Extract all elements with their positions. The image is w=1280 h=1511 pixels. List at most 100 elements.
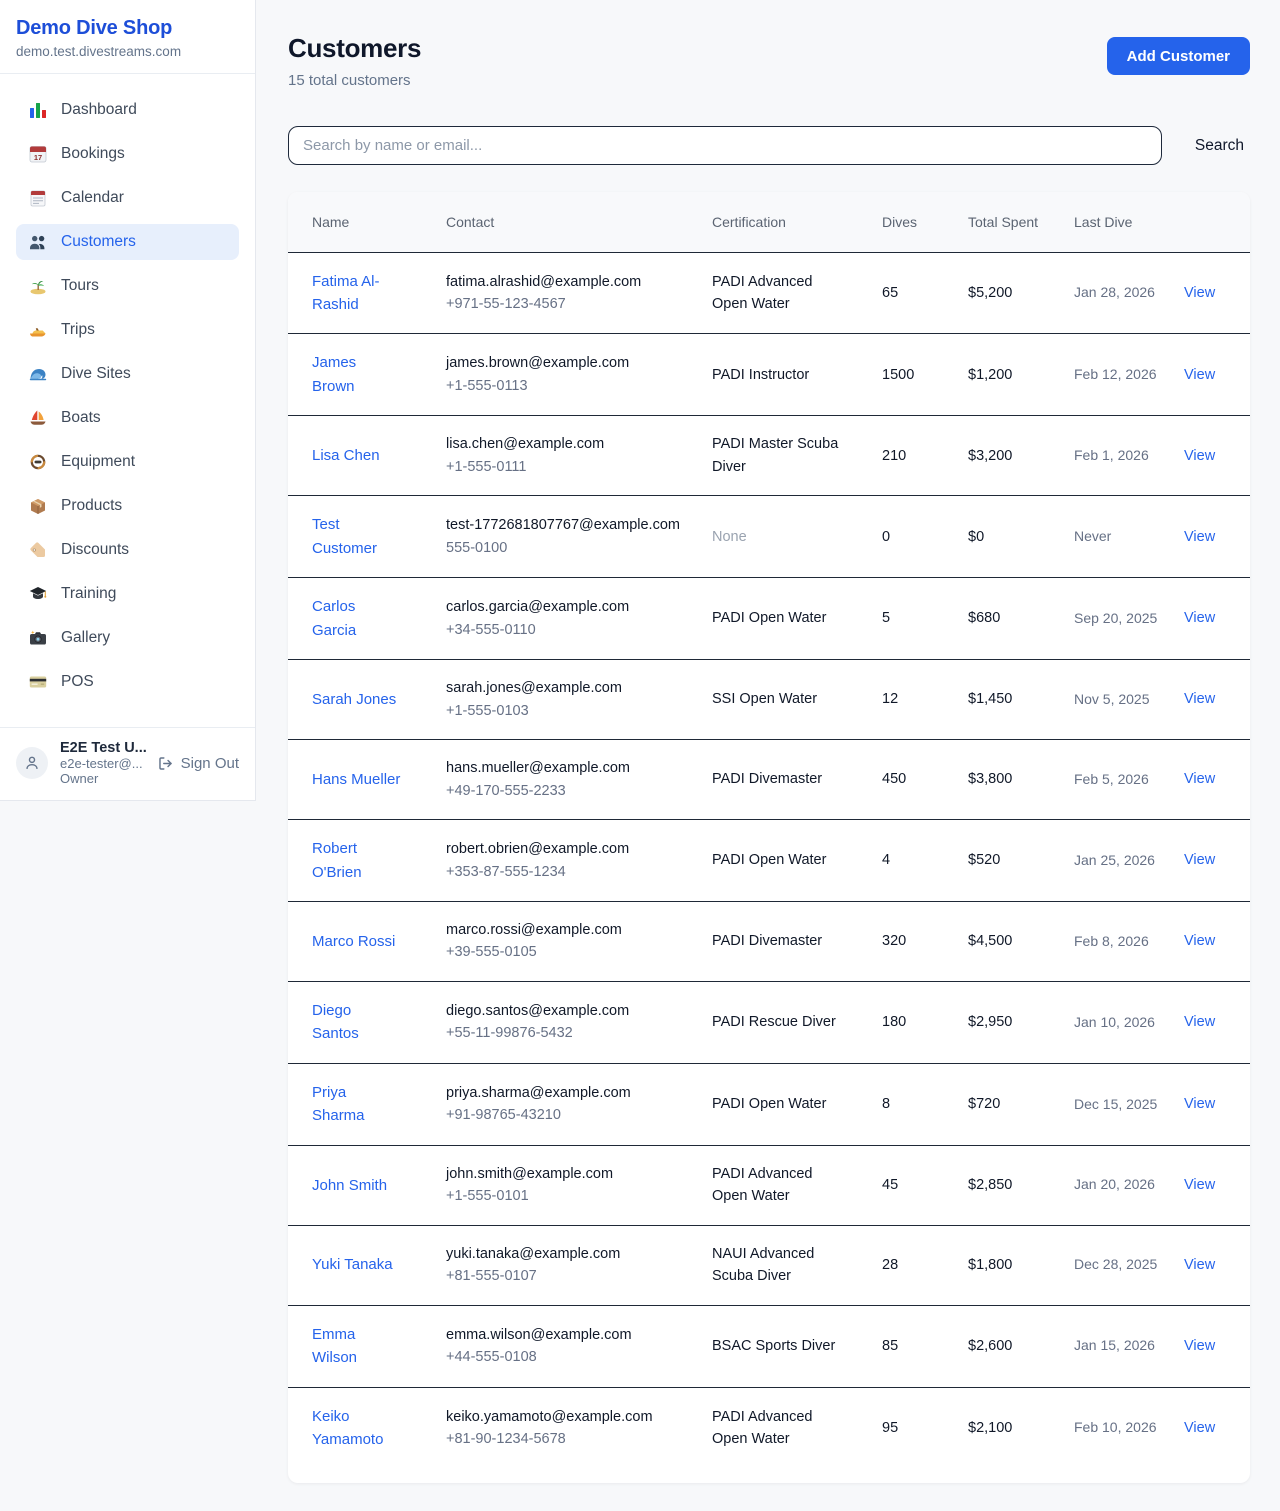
col-header-total-spent: Total Spent [956,192,1062,252]
sidebar-item-label: Calendar [61,189,124,207]
customer-phone: +353-87-555-1234 [446,861,688,883]
customer-name-link[interactable]: James Brown [312,354,356,394]
customer-name-link[interactable]: Diego Santos [312,1002,359,1042]
cell-dives: 450 [870,740,956,820]
table-row: Diego Santosdiego.santos@example.com+55-… [288,981,1250,1063]
table-row: Carlos Garcia carlos.garcia@example.com+3… [288,578,1250,660]
cell-contact: james.brown@example.com+1-555-0113 [434,334,700,416]
sidebar-item-dive-sites[interactable]: Dive Sites [16,356,239,392]
customer-phone: +1-555-0111 [446,456,688,478]
customer-phone: +1-555-0113 [446,375,688,397]
page-title: Customers [288,33,421,64]
view-customer-link[interactable]: View [1184,285,1215,301]
cell-last-dive: Dec 28, 2025 [1062,1225,1172,1305]
cell-total-spent: $520 [956,820,1062,902]
package-icon [28,496,48,516]
cell-last-dive: Jan 20, 2026 [1062,1145,1172,1225]
col-header-contact: Contact [434,192,700,252]
cell-name: Marco Rossi [288,902,434,982]
cell-contact: keiko.yamamoto@example.com+81-90-1234-56… [434,1387,700,1468]
customer-name-link[interactable]: Lisa Chen [312,447,380,464]
customer-name-link[interactable]: Emma Wilson [312,1326,357,1366]
customer-name-link[interactable]: Priya Sharma [312,1084,365,1124]
cell-contact: test-1772681807767@example.com555-0100 [434,496,700,578]
view-customer-link[interactable]: View [1184,1338,1215,1354]
sidebar-item-pos[interactable]: POS [16,664,239,700]
table-row: Sarah Jonessarah.jones@example.com+1-555… [288,660,1250,740]
cell-actions: View [1172,252,1250,334]
sidebar-item-bookings[interactable]: 17Bookings [16,136,239,172]
sidebar-item-calendar[interactable]: Calendar [16,180,239,216]
view-customer-link[interactable]: View [1184,1096,1215,1112]
cell-dives: 12 [870,660,956,740]
customer-name-link[interactable]: Yuki Tanaka [312,1256,393,1273]
customer-email: robert.obrien@example.com [446,838,688,860]
view-customer-link[interactable]: View [1184,1177,1215,1193]
sidebar-item-trips[interactable]: Trips [16,312,239,348]
view-customer-link[interactable]: View [1184,1014,1215,1030]
sign-out-button[interactable]: Sign Out [157,755,239,772]
sidebar-item-gallery[interactable]: Gallery [16,620,239,656]
view-customer-link[interactable]: View [1184,933,1215,949]
sidebar-item-boats[interactable]: Boats [16,400,239,436]
sidebar-item-discounts[interactable]: Discounts [16,532,239,568]
cell-total-spent: $2,850 [956,1145,1062,1225]
view-customer-link[interactable]: View [1184,610,1215,626]
view-customer-link[interactable]: View [1184,771,1215,787]
page-title-block: Customers 15 total customers [288,33,421,89]
sidebar-item-label: Boats [61,409,101,427]
customer-name-link[interactable]: Marco Rossi [312,933,395,950]
customer-name-link[interactable]: Fatima Al-Rashid [312,273,380,313]
cell-name: Hans Mueller [288,740,434,820]
sidebar-item-tours[interactable]: Tours [16,268,239,304]
customer-name-link[interactable]: Hans Mueller [312,771,400,788]
customer-email: carlos.garcia@example.com [446,596,688,618]
cell-last-dive: Nov 5, 2025 [1062,660,1172,740]
person-icon [23,754,41,772]
customer-name-link[interactable]: John Smith [312,1177,387,1194]
sidebar-item-label: Products [61,497,122,515]
customer-email: fatima.alrashid@example.com [446,271,688,293]
cell-certification: NAUI Advanced Scuba Diver [700,1225,870,1305]
customer-phone: +1-555-0101 [446,1185,688,1207]
cell-certification: PADI Divemaster [700,902,870,982]
cell-last-dive: Jan 25, 2026 [1062,820,1172,902]
col-header-certification: Certification [700,192,870,252]
view-customer-link[interactable]: View [1184,691,1215,707]
add-customer-button[interactable]: Add Customer [1107,37,1250,75]
view-customer-link[interactable]: View [1184,448,1215,464]
shop-domain: demo.test.divestreams.com [16,44,239,59]
customer-name-link[interactable]: Sarah Jones [312,691,396,708]
search-bar: Search [288,126,1250,165]
sidebar-item-customers[interactable]: Customers [16,224,239,260]
customer-name-link[interactable]: Test Customer [312,516,377,556]
cell-name: Keiko Yamamoto [288,1387,434,1468]
customer-count: 15 total customers [288,72,421,89]
cell-contact: carlos.garcia@example.com+34-555-0110 [434,578,700,660]
customer-email: sarah.jones@example.com [446,677,688,699]
sidebar: Demo Dive Shop demo.test.divestreams.com… [0,0,256,801]
view-customer-link[interactable]: View [1184,1420,1215,1436]
cell-name: Sarah Jones [288,660,434,740]
customer-name-link[interactable]: Robert O'Brien [312,840,362,880]
sidebar-item-products[interactable]: Products [16,488,239,524]
customer-email: test-1772681807767@example.com [446,514,688,536]
customer-name-link[interactable]: Carlos Garcia [312,598,356,638]
view-customer-link[interactable]: View [1184,852,1215,868]
table-row: Test Customer test-1772681807767@example.… [288,496,1250,578]
view-customer-link[interactable]: View [1184,1257,1215,1273]
search-input[interactable] [288,126,1162,165]
shop-name: Demo Dive Shop [16,17,239,40]
view-customer-link[interactable]: View [1184,529,1215,545]
view-customer-link[interactable]: View [1184,367,1215,383]
cell-certification: BSAC Sports Diver [700,1305,870,1387]
sidebar-item-equipment[interactable]: Equipment [16,444,239,480]
cell-contact: robert.obrien@example.com+353-87-555-123… [434,820,700,902]
sidebar-item-training[interactable]: Training [16,576,239,612]
customer-name-link[interactable]: Keiko Yamamoto [312,1408,383,1448]
cell-total-spent: $1,450 [956,660,1062,740]
sidebar-item-dashboard[interactable]: Dashboard [16,92,239,128]
speedboat-icon [28,320,48,340]
search-button[interactable]: Search [1189,129,1250,163]
cell-name: Carlos Garcia [288,578,434,660]
